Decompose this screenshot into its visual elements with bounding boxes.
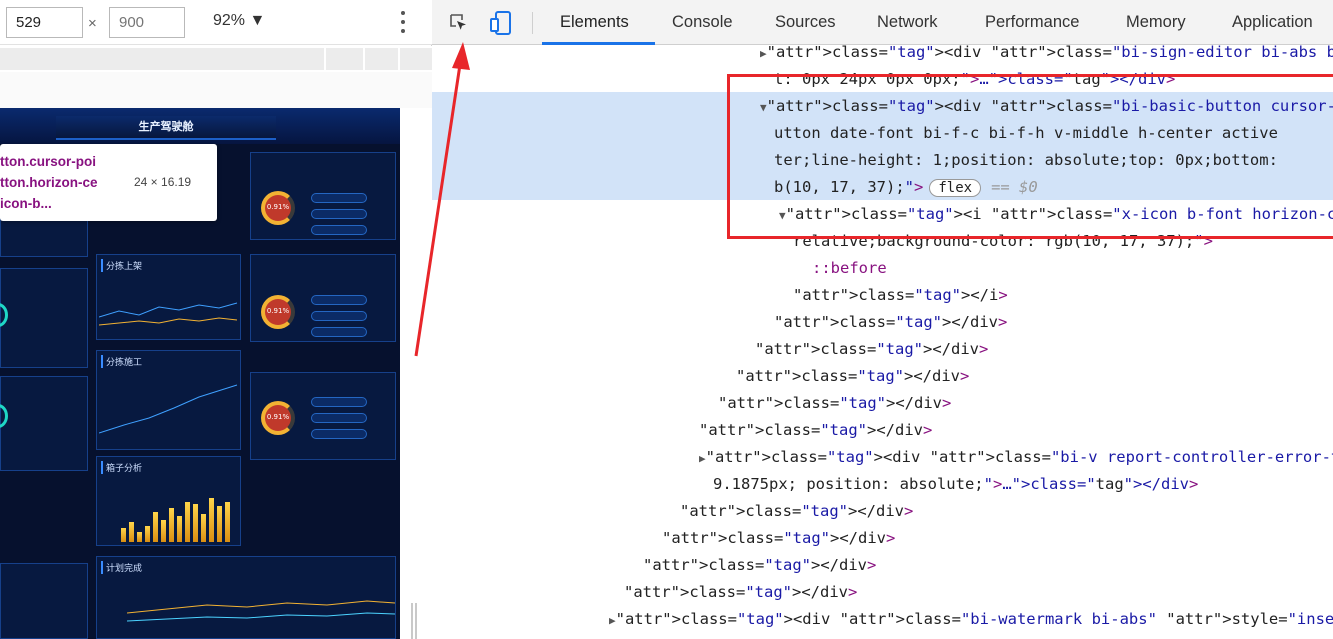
panel: 箱子分析 xyxy=(96,456,241,546)
bar-chart xyxy=(121,487,233,542)
dom-node-line[interactable]: "attr">class="tag"></div> xyxy=(774,309,1007,336)
more-options-icon[interactable] xyxy=(398,9,408,35)
panel: 分拣上架 xyxy=(96,254,241,340)
dom-node-text: "attr">class="tag"></div> xyxy=(755,340,989,358)
dom-node-text: ▶"attr">class="tag"><div "attr">class="b… xyxy=(609,610,1333,628)
devtools-panel: Elements Console Sources Network Perform… xyxy=(432,0,1333,639)
dom-node-line[interactable]: "attr">class="tag"></div> xyxy=(624,579,857,606)
panel: 0.91% xyxy=(250,152,396,240)
media-query-bar[interactable] xyxy=(0,46,432,72)
panel-title: 箱子分析 xyxy=(101,461,142,474)
media-query-segment[interactable] xyxy=(365,48,398,70)
panel xyxy=(0,376,88,471)
panel-title: 计划完成 xyxy=(101,561,142,574)
dom-node-text: "attr">class="tag"></div> xyxy=(680,502,914,520)
device-toolbar-icon[interactable] xyxy=(490,11,512,35)
toolbar-divider xyxy=(532,12,533,34)
media-query-segment[interactable] xyxy=(0,48,324,70)
panel: 分拣施工 xyxy=(96,350,241,450)
dom-node-line[interactable]: "attr">class="tag"></div> xyxy=(699,417,932,444)
inspect-element-icon[interactable] xyxy=(449,13,469,33)
height-input[interactable] xyxy=(109,7,185,38)
dom-node-line[interactable]: ▶"attr">class="tag"><div "attr">class="b… xyxy=(760,45,1333,66)
tab-performance[interactable]: Performance xyxy=(985,13,1079,32)
device-toolbar: × 92% ▼ xyxy=(0,0,432,45)
panel xyxy=(0,268,88,368)
tab-memory[interactable]: Memory xyxy=(1126,13,1186,32)
ruler xyxy=(0,72,432,108)
completion-gauge: 0.91% xyxy=(261,295,295,329)
dom-node-text: ▶"attr">class="tag"><div "attr">class="b… xyxy=(699,448,1333,466)
panel-title: 分拣施工 xyxy=(101,355,142,368)
tab-console[interactable]: Console xyxy=(672,13,733,32)
dom-node-line[interactable]: ▶"attr">class="tag"><div "attr">class="b… xyxy=(699,444,1333,471)
dom-node-line[interactable]: "attr">class="tag"></div> xyxy=(736,363,969,390)
dom-node-line[interactable]: "attr">class="tag"></div> xyxy=(643,552,876,579)
device-pane: × 92% ▼ 生产驾驶舱 分拣上架 xyxy=(0,0,432,639)
tab-elements[interactable]: Elements xyxy=(560,13,629,32)
dom-node-text: 9.1875px; position: absolute;">…">class=… xyxy=(713,475,1199,493)
dom-node-text: "attr">class="tag"></div> xyxy=(699,421,933,439)
media-query-segment[interactable] xyxy=(326,48,363,70)
width-input[interactable] xyxy=(6,7,83,38)
dimension-separator: × xyxy=(88,15,97,32)
dom-tree[interactable]: ▶"attr">class="tag"><div "attr">class="b… xyxy=(432,45,1333,639)
resize-handle[interactable] xyxy=(411,603,417,639)
panel-title: 分拣上架 xyxy=(101,259,142,272)
dom-node-text: "attr">class="tag"></div> xyxy=(718,394,952,412)
dom-node-line[interactable]: "attr">class="tag"></i> xyxy=(793,282,1008,309)
completion-gauge: 0.91% xyxy=(261,191,295,225)
line-chart xyxy=(127,600,396,622)
dom-node-line[interactable]: "attr">class="tag"></div> xyxy=(718,390,951,417)
tab-network[interactable]: Network xyxy=(877,13,938,32)
zoom-dropdown[interactable]: 92% ▼ xyxy=(213,12,265,30)
dashboard-title: 生产驾驶舱 xyxy=(56,116,276,140)
tab-application[interactable]: Application xyxy=(1232,13,1313,32)
viewport-gutter xyxy=(400,108,432,639)
panel: 0.91% xyxy=(250,372,396,460)
dom-node-text: ::before xyxy=(812,259,887,277)
devtools-tabbar: Elements Console Sources Network Perform… xyxy=(432,0,1333,45)
dom-node-line[interactable]: "attr">class="tag"></div> xyxy=(755,336,988,363)
dom-node-line[interactable]: 9.1875px; position: absolute;">…">class=… xyxy=(713,471,1198,498)
annotation-box xyxy=(727,74,1333,239)
dom-node-line[interactable]: "attr">class="tag"></div> xyxy=(662,525,895,552)
line-chart xyxy=(99,302,238,326)
media-query-segment[interactable] xyxy=(400,48,432,70)
dom-node-text: ▶"attr">class="tag"><div "attr">class="b… xyxy=(760,45,1333,61)
devtools-window: × 92% ▼ 生产驾驶舱 分拣上架 xyxy=(0,0,1333,639)
dom-node-line[interactable]: "attr">class="tag"></div> xyxy=(606,633,839,639)
tooltip-selector-line: tton.horizon-ce xyxy=(0,175,98,190)
tab-sources[interactable]: Sources xyxy=(775,13,836,32)
dom-node-line[interactable]: "attr">class="tag"></div> xyxy=(680,498,913,525)
tooltip-dimensions: 24 × 16.19 xyxy=(134,175,192,189)
dom-node-text: "attr">class="tag"></div> xyxy=(662,529,896,547)
element-inspect-tooltip: tton.cursor-poi tton.horizon-ce icon-b..… xyxy=(0,144,217,221)
panel xyxy=(0,563,88,639)
tooltip-selector-line: tton.cursor-poi xyxy=(0,154,96,169)
completion-gauge: 0.91% xyxy=(261,401,295,435)
tooltip-selector-line: icon-b... xyxy=(0,196,52,211)
dom-node-text: "attr">class="tag"></i> xyxy=(793,286,1008,304)
dom-node-text: "attr">class="tag"></div> xyxy=(736,367,970,385)
dom-node-text: "attr">class="tag"></div> xyxy=(643,556,877,574)
dom-node-line[interactable]: ▶"attr">class="tag"><div "attr">class="b… xyxy=(609,606,1333,633)
line-chart xyxy=(99,384,238,434)
dom-node-line[interactable]: ::before xyxy=(812,255,887,282)
dom-node-text: "attr">class="tag"></div> xyxy=(774,313,1008,331)
dom-node-text: "attr">class="tag"></div> xyxy=(624,583,858,601)
panel: 计划完成 xyxy=(96,556,396,639)
panel: 0.91% xyxy=(250,254,396,342)
